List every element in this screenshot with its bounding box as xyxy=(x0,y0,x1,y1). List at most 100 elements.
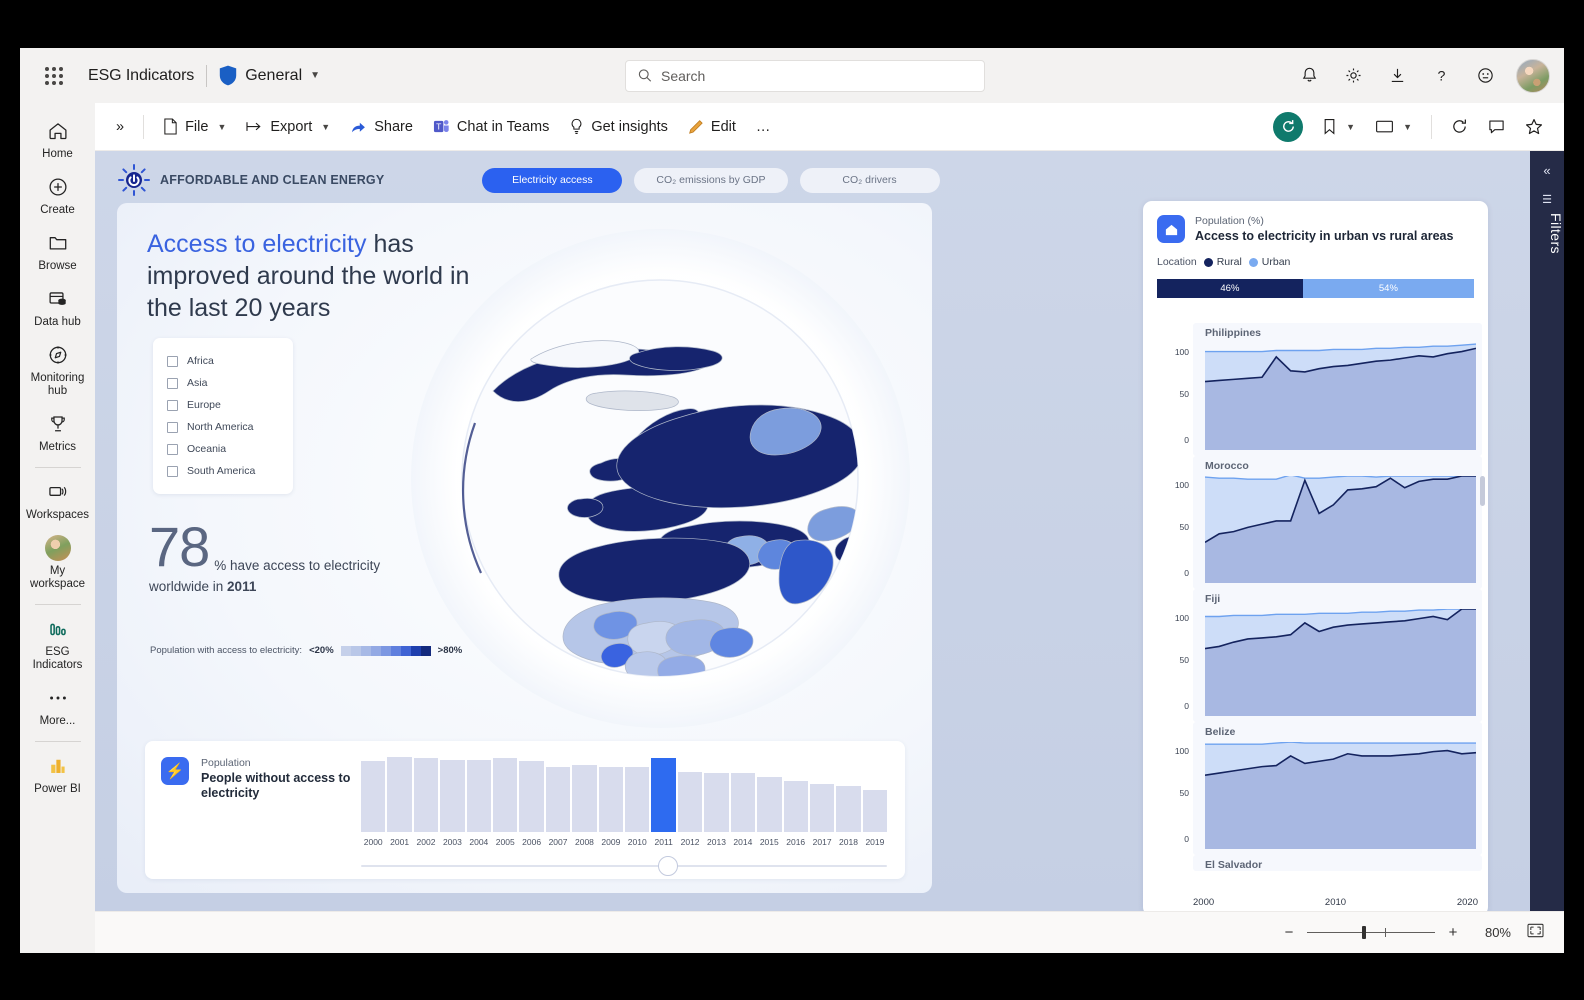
small-multiple-plot-box[interactable]: El Salvador xyxy=(1193,855,1482,871)
panel-scrollbar[interactable] xyxy=(1480,476,1485,506)
timeline-year[interactable]: 2009 xyxy=(599,837,623,847)
timeline-year[interactable]: 2011 xyxy=(651,837,675,847)
split-segment-rural[interactable]: 46% xyxy=(1157,279,1303,298)
refresh-button[interactable] xyxy=(1442,110,1477,144)
timeline-bar[interactable] xyxy=(545,766,571,832)
zoom-out-button[interactable]: − xyxy=(1281,924,1297,941)
timeline-year[interactable]: 2004 xyxy=(467,837,491,847)
slicer-option-europe[interactable]: Europe xyxy=(167,394,281,416)
slicer-option-oceania[interactable]: Oceania xyxy=(167,438,281,460)
view-button[interactable]: ▼ xyxy=(1366,110,1421,144)
zoom-slider-thumb[interactable] xyxy=(1362,926,1366,939)
urban-rural-split-bar[interactable]: 46% 54% xyxy=(1157,279,1474,298)
sidebar-item-home[interactable]: Home xyxy=(22,111,93,167)
timeline-bar[interactable] xyxy=(757,777,782,832)
more-commands-button[interactable]: … xyxy=(747,110,780,144)
timeline-year[interactable]: 2003 xyxy=(440,837,464,847)
timeline-bar-column[interactable] xyxy=(361,757,386,832)
get-insights-button[interactable]: Get insights xyxy=(560,110,677,144)
timeline-year[interactable]: 2013 xyxy=(704,837,728,847)
sidebar-item-more[interactable]: More... xyxy=(22,678,93,734)
settings-gear-icon[interactable] xyxy=(1334,57,1372,95)
timeline-bar-column[interactable] xyxy=(757,757,782,832)
tab-electricity-access[interactable]: Electricity access xyxy=(482,167,623,193)
timeline-bar-column[interactable] xyxy=(625,757,650,832)
timeline-year[interactable]: 2018 xyxy=(836,837,860,847)
timeline-year[interactable]: 2002 xyxy=(414,837,438,847)
timeline-bar[interactable] xyxy=(387,757,412,832)
timeline-bar-column[interactable] xyxy=(440,757,465,832)
slider-track[interactable] xyxy=(361,865,887,867)
timeline-year[interactable]: 2016 xyxy=(784,837,808,847)
slicer-option-africa[interactable]: Africa xyxy=(167,350,281,372)
small-multiple-plot-box[interactable]: Morocco xyxy=(1193,456,1482,589)
timeline-bar[interactable] xyxy=(361,761,386,832)
download-icon[interactable] xyxy=(1378,57,1416,95)
legend-item-rural[interactable]: Rural xyxy=(1203,256,1242,268)
sidebar-item-monitoring-hub[interactable]: Monitoring hub xyxy=(22,335,93,404)
timeline-bar[interactable] xyxy=(440,759,465,832)
timeline-bar-column[interactable] xyxy=(862,757,888,832)
small-multiple-plot-box[interactable]: Fiji xyxy=(1193,589,1482,722)
timeline-year[interactable]: 2000 xyxy=(361,837,385,847)
comment-button[interactable] xyxy=(1479,110,1514,144)
slicer-option-north-america[interactable]: North America xyxy=(167,416,281,438)
slicer-option-south-america[interactable]: South America xyxy=(167,460,281,482)
legend-item-urban[interactable]: Urban xyxy=(1248,256,1290,268)
timeline-year[interactable]: 2006 xyxy=(519,837,543,847)
small-multiple[interactable]: 100 50 0 Fiji xyxy=(1149,589,1482,722)
favorite-button[interactable] xyxy=(1516,110,1552,144)
workspace-selector[interactable]: General ▼ xyxy=(219,65,320,86)
checkbox-icon[interactable] xyxy=(167,355,178,367)
timeline-bar[interactable] xyxy=(466,759,492,832)
timeline-bar[interactable] xyxy=(677,772,703,832)
timeline-year[interactable]: 2007 xyxy=(546,837,570,847)
split-segment-urban[interactable]: 54% xyxy=(1302,279,1474,298)
timeline-bar[interactable] xyxy=(730,772,756,832)
zoom-slider-track[interactable] xyxy=(1307,926,1435,939)
timeline-bar-column[interactable] xyxy=(704,757,729,832)
fit-to-page-icon[interactable] xyxy=(1527,923,1544,943)
timeline-bar-column[interactable] xyxy=(730,757,756,832)
timeline-year[interactable]: 2008 xyxy=(572,837,596,847)
timeline-bar-column[interactable] xyxy=(493,757,518,832)
sidebar-item-browse[interactable]: Browse xyxy=(22,223,93,279)
help-icon[interactable]: ? xyxy=(1422,57,1460,95)
notifications-bell-icon[interactable] xyxy=(1290,57,1328,95)
year-slider[interactable] xyxy=(361,855,887,877)
checkbox-icon[interactable] xyxy=(167,377,178,389)
timeline-bars[interactable] xyxy=(361,757,888,832)
user-avatar[interactable] xyxy=(1516,58,1550,93)
timeline-bar[interactable] xyxy=(519,761,544,832)
sidebar-item-power-bi[interactable]: Power BI xyxy=(22,746,93,802)
timeline-bar[interactable] xyxy=(783,780,808,832)
timeline-bar[interactable] xyxy=(704,772,729,832)
timeline-bar-column[interactable] xyxy=(572,757,597,832)
timeline-bar[interactable] xyxy=(493,757,518,832)
timeline-year[interactable]: 2014 xyxy=(731,837,755,847)
small-multiple[interactable]: 100 50 0 Philippines xyxy=(1149,323,1482,456)
zoom-in-button[interactable]: + xyxy=(1445,924,1461,941)
timeline-bar-column[interactable] xyxy=(387,757,412,832)
sidebar-item-esg-indicators[interactable]: ESG Indicators xyxy=(22,609,93,678)
collapse-chevron-icon[interactable]: « xyxy=(1530,163,1564,178)
timeline-bar-column[interactable] xyxy=(466,757,492,832)
expand-nav-button[interactable]: » xyxy=(107,110,133,144)
timeline-bar[interactable] xyxy=(413,757,439,832)
checkbox-icon[interactable] xyxy=(167,399,178,411)
feedback-smiley-icon[interactable] xyxy=(1466,57,1504,95)
search-input[interactable] xyxy=(660,67,973,84)
small-multiple-partial[interactable]: El Salvador xyxy=(1149,855,1482,871)
filters-pane[interactable]: « ☰ Filters xyxy=(1530,151,1564,911)
world-map-globe[interactable] xyxy=(411,229,910,728)
sidebar-item-metrics[interactable]: Metrics xyxy=(22,404,93,460)
export-menu-button[interactable]: Export ▼ xyxy=(237,110,339,144)
timeline-chart[interactable]: 2000 2001 2002 2003 2004 2005 2006 2007 2008 2009… xyxy=(361,757,888,877)
timeline-bar[interactable] xyxy=(862,789,888,832)
brand-title[interactable]: ESG Indicators xyxy=(88,67,194,85)
timeline-bar-column[interactable] xyxy=(677,757,703,832)
timeline-year[interactable]: 2001 xyxy=(387,837,411,847)
checkbox-icon[interactable] xyxy=(167,421,178,433)
small-multiple[interactable]: 100 50 0 Morocco xyxy=(1149,456,1482,589)
sidebar-item-my-workspace[interactable]: My workspace xyxy=(22,528,93,597)
